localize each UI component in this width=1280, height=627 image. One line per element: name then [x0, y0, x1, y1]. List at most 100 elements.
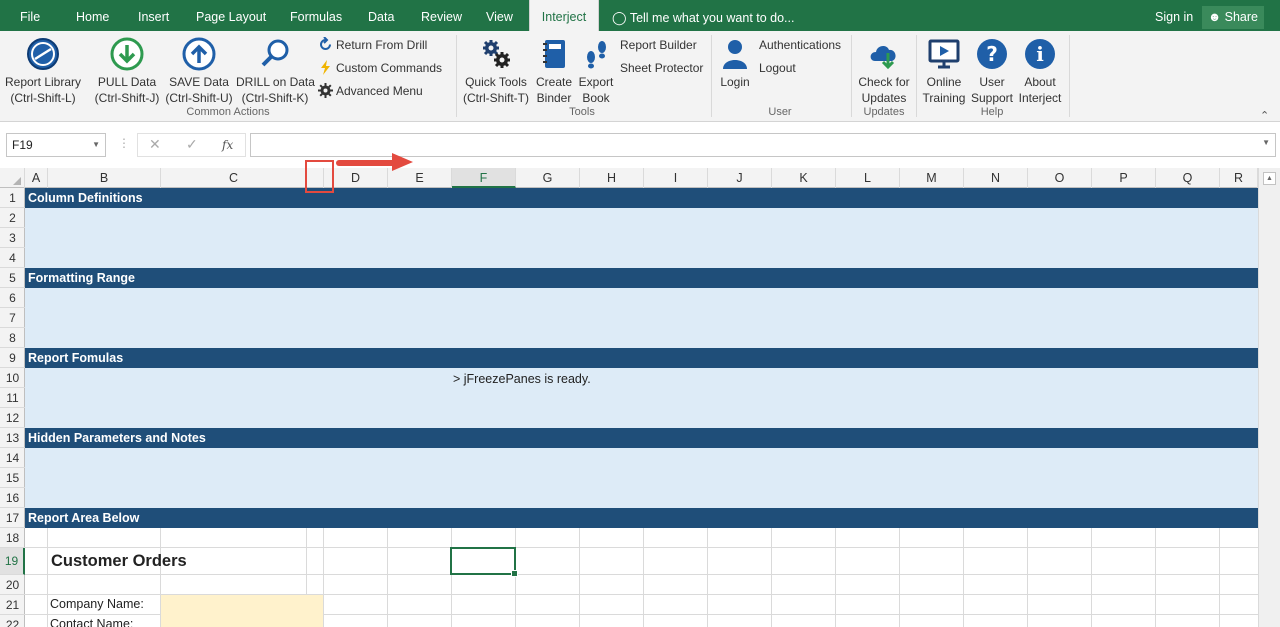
lightning-icon: [321, 60, 330, 75]
row-header[interactable]: 11: [0, 388, 25, 408]
column-header[interactable]: O: [1028, 168, 1092, 188]
column-header[interactable]: R: [1220, 168, 1258, 188]
tab-insert[interactable]: Insert: [138, 0, 169, 31]
row-header[interactable]: 12: [0, 408, 25, 428]
tab-view[interactable]: View: [486, 0, 513, 31]
globe-icon: [27, 38, 59, 70]
logout-button[interactable]: Logout: [759, 60, 796, 76]
custom-commands-button[interactable]: Custom Commands: [318, 60, 442, 76]
column-header[interactable]: N: [964, 168, 1028, 188]
row-header[interactable]: 4: [0, 248, 25, 268]
row-header[interactable]: 22: [0, 615, 25, 627]
row-header[interactable]: 9: [0, 348, 25, 368]
row-header[interactable]: 17: [0, 508, 25, 528]
row-header[interactable]: 13: [0, 428, 25, 448]
column-header[interactable]: I: [644, 168, 708, 188]
highlight-box: [305, 160, 334, 193]
row-header[interactable]: 1: [0, 188, 25, 208]
cancel-icon[interactable]: ✕: [149, 136, 161, 153]
section-header-formatting-range: Formatting Range: [25, 268, 1258, 288]
column-header[interactable]: G: [516, 168, 580, 188]
column-header[interactable]: M: [900, 168, 964, 188]
company-input-cell[interactable]: [161, 595, 323, 627]
company-name-label: Company Name:: [50, 597, 144, 611]
report-library-shortcut: (Ctrl-Shift-L): [10, 91, 76, 105]
tab-data[interactable]: Data: [368, 0, 394, 31]
pull-data-button[interactable]: PULL Data (Ctrl-Shift-J): [92, 37, 162, 106]
column-header[interactable]: K: [772, 168, 836, 188]
row-header[interactable]: 21: [0, 595, 25, 615]
return-from-drill-label: Return From Drill: [336, 38, 428, 52]
check-updates-button[interactable]: Check for Updates: [855, 37, 913, 106]
row-header[interactable]: 16: [0, 488, 25, 508]
column-header[interactable]: C: [161, 168, 307, 188]
advanced-menu-button[interactable]: Advanced Menu: [318, 83, 423, 99]
active-cell-f19[interactable]: [450, 547, 518, 577]
column-header-selected[interactable]: F: [452, 168, 516, 188]
report-builder-button[interactable]: Report Builder: [620, 37, 697, 53]
quick-tools-button[interactable]: Quick Tools (Ctrl-Shift-T): [461, 37, 531, 106]
row-header[interactable]: 3: [0, 228, 25, 248]
report-library-button[interactable]: Report Library (Ctrl-Shift-L): [4, 37, 82, 106]
collapse-ribbon-icon[interactable]: ⌃: [1260, 109, 1269, 122]
row-header[interactable]: 5: [0, 268, 25, 288]
sheet-protector-button[interactable]: Sheet Protector: [620, 60, 703, 76]
excel-window: File Home Insert Page Layout Formulas Da…: [0, 0, 1280, 627]
row-header[interactable]: 10: [0, 368, 25, 388]
drill-data-button[interactable]: DRILL on Data (Ctrl-Shift-K): [236, 37, 315, 106]
enter-icon[interactable]: ✓: [186, 136, 198, 153]
row-header[interactable]: 20: [0, 575, 25, 595]
group-separator: [1069, 35, 1070, 117]
select-all-corner[interactable]: [0, 168, 25, 188]
tab-home[interactable]: Home: [76, 0, 109, 31]
column-header[interactable]: B: [48, 168, 161, 188]
tab-page-layout[interactable]: Page Layout: [196, 0, 266, 31]
chevron-down-icon[interactable]: ▼: [92, 134, 100, 156]
row-header[interactable]: 7: [0, 308, 25, 328]
row-header[interactable]: 14: [0, 448, 25, 468]
column-header[interactable]: A: [25, 168, 48, 188]
worksheet-grid: A B C D E F G H I J K L M N O P Q R 1 2 …: [0, 168, 1280, 627]
user-support-button[interactable]: ? User Support: [969, 37, 1015, 106]
sign-in-link[interactable]: Sign in: [1155, 0, 1193, 35]
splitter-dots[interactable]: ⋮: [118, 136, 130, 150]
column-header[interactable]: P: [1092, 168, 1156, 188]
formula-bar: F19 ▼ ⋮ ✕ ✓ fx ▼: [0, 122, 1280, 168]
expand-formula-icon[interactable]: ▼: [1262, 138, 1270, 147]
tab-file[interactable]: File: [20, 0, 40, 31]
insert-function-icon[interactable]: fx: [222, 138, 233, 152]
export-book-button[interactable]: Export Book: [577, 37, 615, 106]
vertical-scrollbar[interactable]: ▲: [1258, 168, 1280, 627]
row-header[interactable]: 8: [0, 328, 25, 348]
user-group-label: User: [768, 106, 792, 118]
save-data-button[interactable]: SAVE Data (Ctrl-Shift-U): [163, 37, 235, 106]
name-box[interactable]: F19 ▼: [6, 133, 106, 157]
login-button[interactable]: Login: [716, 37, 754, 90]
authentications-button[interactable]: Authentications: [759, 37, 841, 53]
online-training-button[interactable]: Online Training: [920, 37, 968, 106]
pull-data-shortcut: (Ctrl-Shift-J): [94, 91, 160, 105]
column-header[interactable]: Q: [1156, 168, 1220, 188]
return-from-drill-button[interactable]: Return From Drill: [318, 36, 428, 53]
row-header[interactable]: 15: [0, 468, 25, 488]
row-header[interactable]: 2: [0, 208, 25, 228]
tab-review[interactable]: Review: [421, 0, 462, 31]
create-binder-button[interactable]: Create Binder: [534, 37, 574, 106]
column-header[interactable]: J: [708, 168, 772, 188]
column-header[interactable]: L: [836, 168, 900, 188]
row-header-selected[interactable]: 19: [0, 548, 25, 575]
column-header[interactable]: H: [580, 168, 644, 188]
tell-me-box[interactable]: ◯ Tell me what you want to do...: [612, 0, 794, 31]
about-interject-button[interactable]: i About Interject: [1016, 37, 1064, 106]
save-data-label: SAVE Data: [169, 75, 229, 89]
user-support-label: User: [979, 75, 1005, 89]
tab-interject[interactable]: Interject: [529, 0, 599, 31]
share-button[interactable]: ☻ Share: [1202, 6, 1264, 29]
quick-tools-shortcut: (Ctrl-Shift-T): [463, 91, 529, 105]
row-header[interactable]: 18: [0, 528, 25, 548]
scroll-up-icon[interactable]: ▲: [1263, 172, 1276, 185]
row-header[interactable]: 6: [0, 288, 25, 308]
tab-formulas[interactable]: Formulas: [290, 0, 342, 31]
notebook-icon: [543, 40, 565, 68]
cell-area[interactable]: Column Definitions Formatting Range Repo…: [25, 188, 1258, 627]
